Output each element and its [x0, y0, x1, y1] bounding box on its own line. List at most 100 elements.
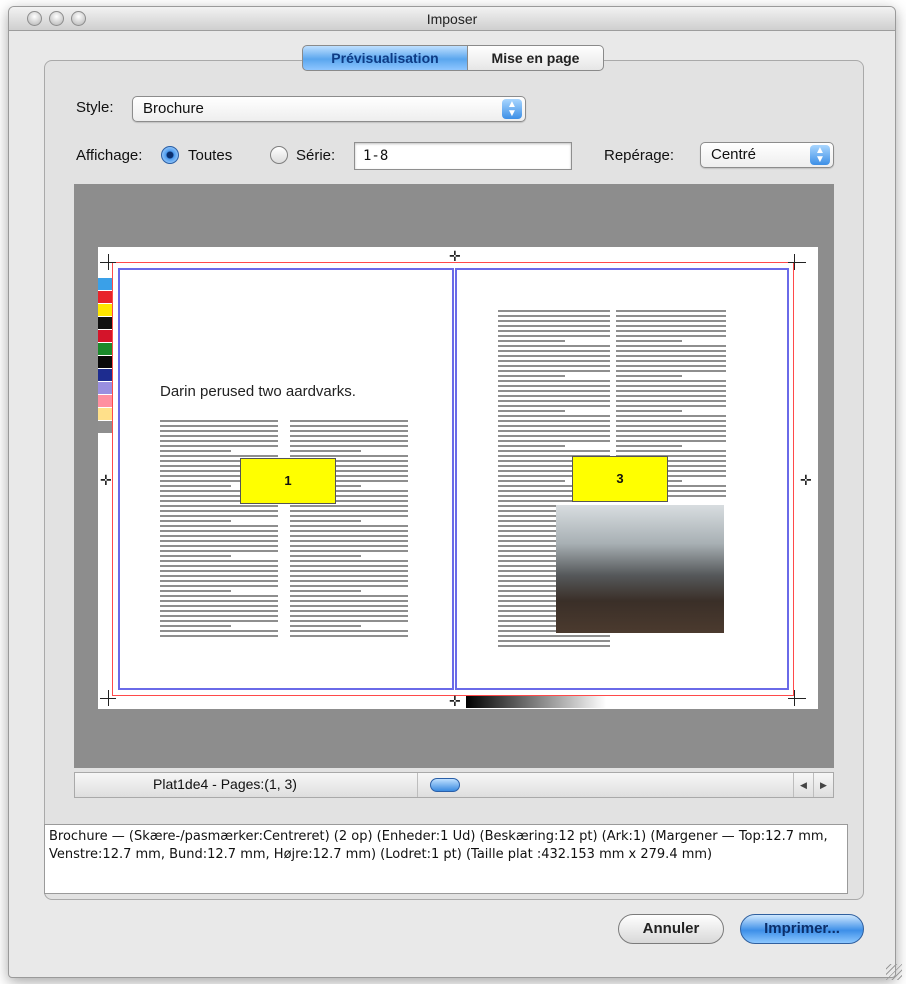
scroll-right-button[interactable]: ▶	[813, 773, 833, 797]
text-line	[290, 520, 361, 522]
text-line	[290, 615, 408, 617]
text-line	[160, 545, 278, 547]
radio-series[interactable]	[270, 146, 288, 164]
text-line	[160, 530, 278, 532]
text-line	[616, 340, 682, 342]
series-input[interactable]: 1-8	[354, 142, 572, 170]
text-line	[290, 440, 408, 442]
radio-all[interactable]	[161, 146, 179, 164]
text-line	[290, 565, 408, 567]
text-line	[498, 635, 610, 637]
text-line	[160, 635, 278, 637]
text-line	[498, 435, 610, 437]
text-line	[616, 350, 726, 352]
text-line	[616, 325, 726, 327]
text-line	[498, 335, 610, 337]
text-line	[498, 390, 610, 392]
crop-mark	[100, 698, 116, 699]
scroll-left-button[interactable]: ◀	[793, 773, 813, 797]
text-line	[616, 430, 726, 432]
text-line	[616, 405, 726, 407]
text-line	[160, 420, 278, 422]
text-line	[160, 560, 278, 562]
color-swatch	[98, 304, 112, 316]
window-title: Imposer	[426, 11, 478, 27]
registration-popup[interactable]: Centré ▲ ▼	[700, 142, 834, 168]
text-line	[616, 395, 726, 397]
text-line	[160, 450, 231, 452]
text-line	[160, 600, 278, 602]
text-line	[616, 365, 726, 367]
text-line	[160, 630, 278, 632]
text-line	[498, 320, 610, 322]
text-line	[160, 525, 278, 527]
color-swatch	[98, 330, 112, 342]
color-swatch	[98, 421, 112, 433]
text-line	[616, 355, 726, 357]
text-line	[616, 440, 726, 442]
page-number-marker: 3	[572, 456, 668, 502]
text-line	[160, 570, 278, 572]
registration-mark-icon: ✛	[449, 693, 461, 709]
text-line	[498, 330, 610, 332]
tab-preview[interactable]: Prévisualisation	[302, 45, 468, 71]
left-page-headline: Darin perused two aardvarks.	[160, 383, 356, 400]
text-line	[498, 400, 610, 402]
text-line	[290, 505, 408, 507]
text-line	[290, 560, 408, 562]
text-line	[498, 385, 610, 387]
text-line	[290, 610, 408, 612]
color-swatch	[98, 317, 112, 329]
text-line	[498, 365, 610, 367]
text-line	[290, 420, 408, 422]
text-line	[160, 440, 278, 442]
style-label: Style:	[76, 99, 114, 116]
text-line	[616, 335, 726, 337]
scroll-thumb[interactable]	[430, 778, 460, 792]
text-line	[290, 435, 408, 437]
radio-all-label: Toutes	[188, 147, 233, 164]
text-line	[616, 390, 726, 392]
text-line	[290, 430, 408, 432]
text-line	[290, 425, 408, 427]
text-line	[616, 435, 726, 437]
text-line	[160, 595, 278, 597]
text-line	[290, 450, 361, 452]
text-line	[498, 375, 566, 377]
text-column	[290, 420, 408, 640]
color-swatch	[98, 291, 112, 303]
text-line	[616, 320, 726, 322]
text-line	[616, 360, 726, 362]
text-line	[498, 310, 610, 312]
text-line	[290, 635, 408, 637]
style-popup[interactable]: Brochure ▲ ▼	[132, 96, 526, 122]
text-line	[290, 600, 408, 602]
text-line	[616, 385, 726, 387]
tab-layout[interactable]: Mise en page	[468, 45, 604, 71]
crop-mark	[788, 698, 806, 699]
text-line	[498, 340, 566, 342]
text-line	[290, 525, 408, 527]
text-line	[498, 445, 566, 447]
text-line	[160, 610, 278, 612]
text-line	[290, 540, 408, 542]
text-line	[160, 505, 278, 507]
print-button[interactable]: Imprimer...	[740, 914, 864, 944]
tab-bar: Prévisualisation Mise en page	[302, 45, 604, 71]
sheet-pages-status: Plat1de4 - Pages:(1, 3)	[153, 776, 297, 792]
text-line	[160, 550, 278, 552]
text-line	[616, 345, 726, 347]
text-line	[160, 615, 278, 617]
text-line	[498, 325, 610, 327]
text-line	[616, 415, 726, 417]
text-line	[290, 595, 408, 597]
text-line	[290, 630, 408, 632]
popup-arrows-icon: ▲ ▼	[810, 145, 830, 165]
page-number-marker: 1	[240, 458, 336, 504]
text-line	[498, 480, 566, 482]
color-swatch	[98, 278, 112, 290]
text-line	[498, 360, 610, 362]
resize-grip-icon[interactable]	[886, 964, 902, 980]
sheet-scrollbar[interactable]	[417, 773, 777, 797]
cancel-button[interactable]: Annuler	[618, 914, 724, 944]
